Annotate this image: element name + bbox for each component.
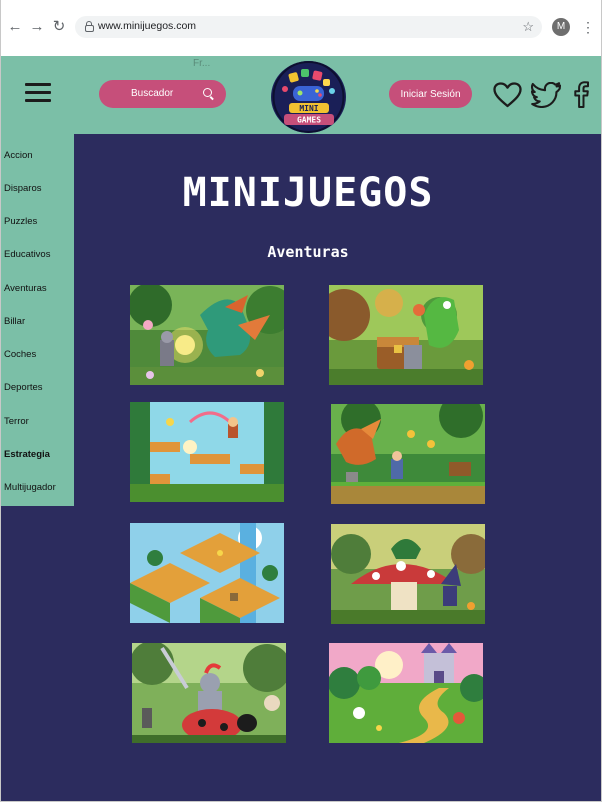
logo-games-text: GAMES [297, 116, 321, 125]
site-logo[interactable]: MINI GAMES [271, 61, 346, 133]
sidebar-item-puzzles[interactable]: Puzzles [4, 216, 37, 227]
bookmark-star-icon[interactable]: ☆ [522, 19, 534, 35]
game-thumbnail[interactable] [130, 285, 284, 385]
url-text: www.minijuegos.com [98, 20, 197, 32]
game-thumbnail[interactable] [331, 404, 485, 504]
header-fragment-text: Fr... [193, 58, 211, 69]
hamburger-menu-icon[interactable] [25, 83, 51, 103]
game-thumbnail[interactable] [130, 523, 284, 623]
login-button[interactable]: Iniciar Sesión [389, 80, 472, 108]
twitter-icon[interactable] [530, 81, 562, 113]
page-title: MINIJUEGOS [182, 170, 434, 216]
search-label: Buscador [131, 88, 174, 99]
game-thumbnail[interactable] [331, 524, 485, 624]
sidebar-item-billar[interactable]: Billar [4, 316, 25, 327]
logo-mini-text: MINI [299, 104, 318, 113]
sidebar-item-aventuras[interactable]: Aventuras [4, 283, 47, 294]
profile-avatar[interactable]: M [552, 18, 570, 36]
page-content [1, 134, 601, 801]
sidebar-item-estrategia[interactable]: Estrategia [4, 449, 50, 460]
heart-icon[interactable] [493, 82, 522, 113]
forward-icon[interactable]: → [27, 17, 47, 37]
game-thumbnail[interactable] [132, 643, 286, 743]
game-thumbnail[interactable] [329, 643, 483, 743]
game-thumbnail[interactable] [329, 285, 483, 385]
game-thumbnail[interactable] [130, 402, 284, 502]
site-header: Fr... Buscador MINI GAMES Iniciar Sesión [1, 56, 601, 134]
search-icon [203, 88, 212, 97]
sidebar-item-coches[interactable]: Coches [4, 349, 36, 360]
sidebar-item-accion[interactable]: Accion [4, 150, 33, 161]
facebook-icon[interactable] [572, 80, 590, 113]
login-label: Iniciar Sesión [400, 89, 461, 100]
sidebar-item-terror[interactable]: Terror [4, 416, 29, 427]
sidebar-item-deportes[interactable]: Deportes [4, 382, 43, 393]
browser-toolbar: ← → ↻ www.minijuegos.com ☆ M ⋮ [1, 0, 601, 56]
back-icon[interactable]: ← [5, 17, 25, 37]
browser-menu-icon[interactable]: ⋮ [581, 17, 595, 37]
search-button[interactable]: Buscador [99, 80, 226, 108]
category-title: Aventuras [267, 243, 349, 261]
sidebar-item-multijugador[interactable]: Multijugador [4, 482, 56, 493]
reload-icon[interactable]: ↻ [49, 17, 69, 37]
address-bar[interactable]: www.minijuegos.com ☆ [75, 16, 542, 38]
lock-icon [85, 21, 94, 32]
browser-window: ← → ↻ www.minijuegos.com ☆ M ⋮ Fr... Bus… [0, 0, 602, 802]
